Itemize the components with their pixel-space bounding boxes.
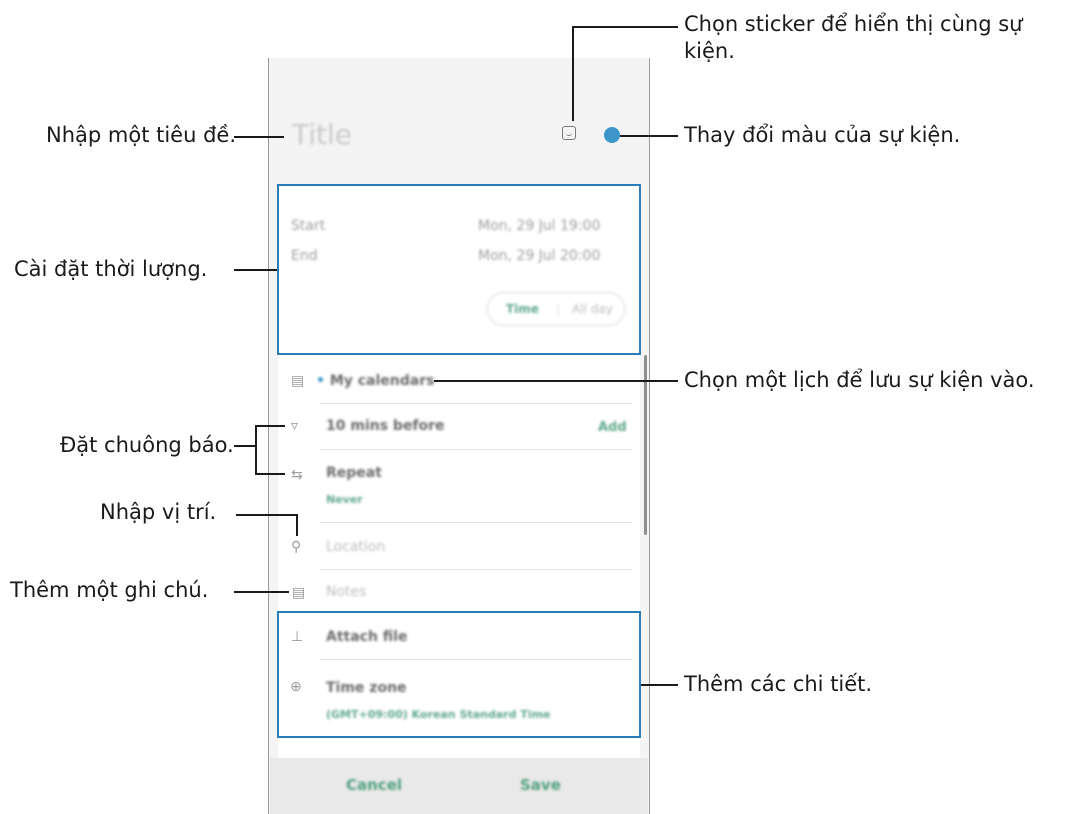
notes-input[interactable]: Notes xyxy=(326,584,366,600)
annotation-color: Thay đổi màu của sự kiện. xyxy=(684,123,961,147)
details-highlight-box xyxy=(277,611,641,738)
cancel-button[interactable]: Cancel xyxy=(346,776,402,794)
location-input[interactable]: Location xyxy=(326,539,385,555)
annotation-sticker: Chọn sticker để hiển thị cùng sự kiện. xyxy=(684,12,1023,63)
duration-highlight-box xyxy=(277,184,641,355)
annotation-details: Thêm các chi tiết. xyxy=(684,672,873,696)
alarm-item[interactable]: 10 mins before xyxy=(326,418,445,434)
sticker-icon[interactable] xyxy=(562,126,576,140)
annotation-calendar: Chọn một lịch để lưu sự kiện vào. xyxy=(684,368,1035,392)
bell-icon: ▿ xyxy=(291,418,299,434)
scrollbar[interactable] xyxy=(644,355,647,535)
title-input[interactable]: Title xyxy=(292,118,352,151)
save-button[interactable]: Save xyxy=(520,776,561,794)
annotation-title: Nhập một tiêu đề. xyxy=(46,123,237,147)
bottom-bar xyxy=(270,758,648,814)
alarm-add-button[interactable]: Add xyxy=(598,420,627,435)
notes-icon: ▤ xyxy=(292,585,306,601)
repeat-icon: ⇆ xyxy=(291,467,303,483)
annotation-duration: Cài đặt thời lượng. xyxy=(14,257,208,281)
location-pin-icon: ⚲ xyxy=(291,539,302,555)
repeat-item[interactable]: Repeat xyxy=(326,465,382,481)
repeat-value: Never xyxy=(326,493,363,506)
calendar-select[interactable]: • My calendars xyxy=(316,373,434,389)
annotation-note: Thêm một ghi chú. xyxy=(10,578,209,602)
event-color-dot[interactable] xyxy=(604,127,620,143)
annotation-alarm: Đặt chuông báo. xyxy=(60,433,234,457)
annotation-location: Nhập vị trí. xyxy=(100,500,217,524)
calendar-icon: ▤ xyxy=(291,373,305,389)
